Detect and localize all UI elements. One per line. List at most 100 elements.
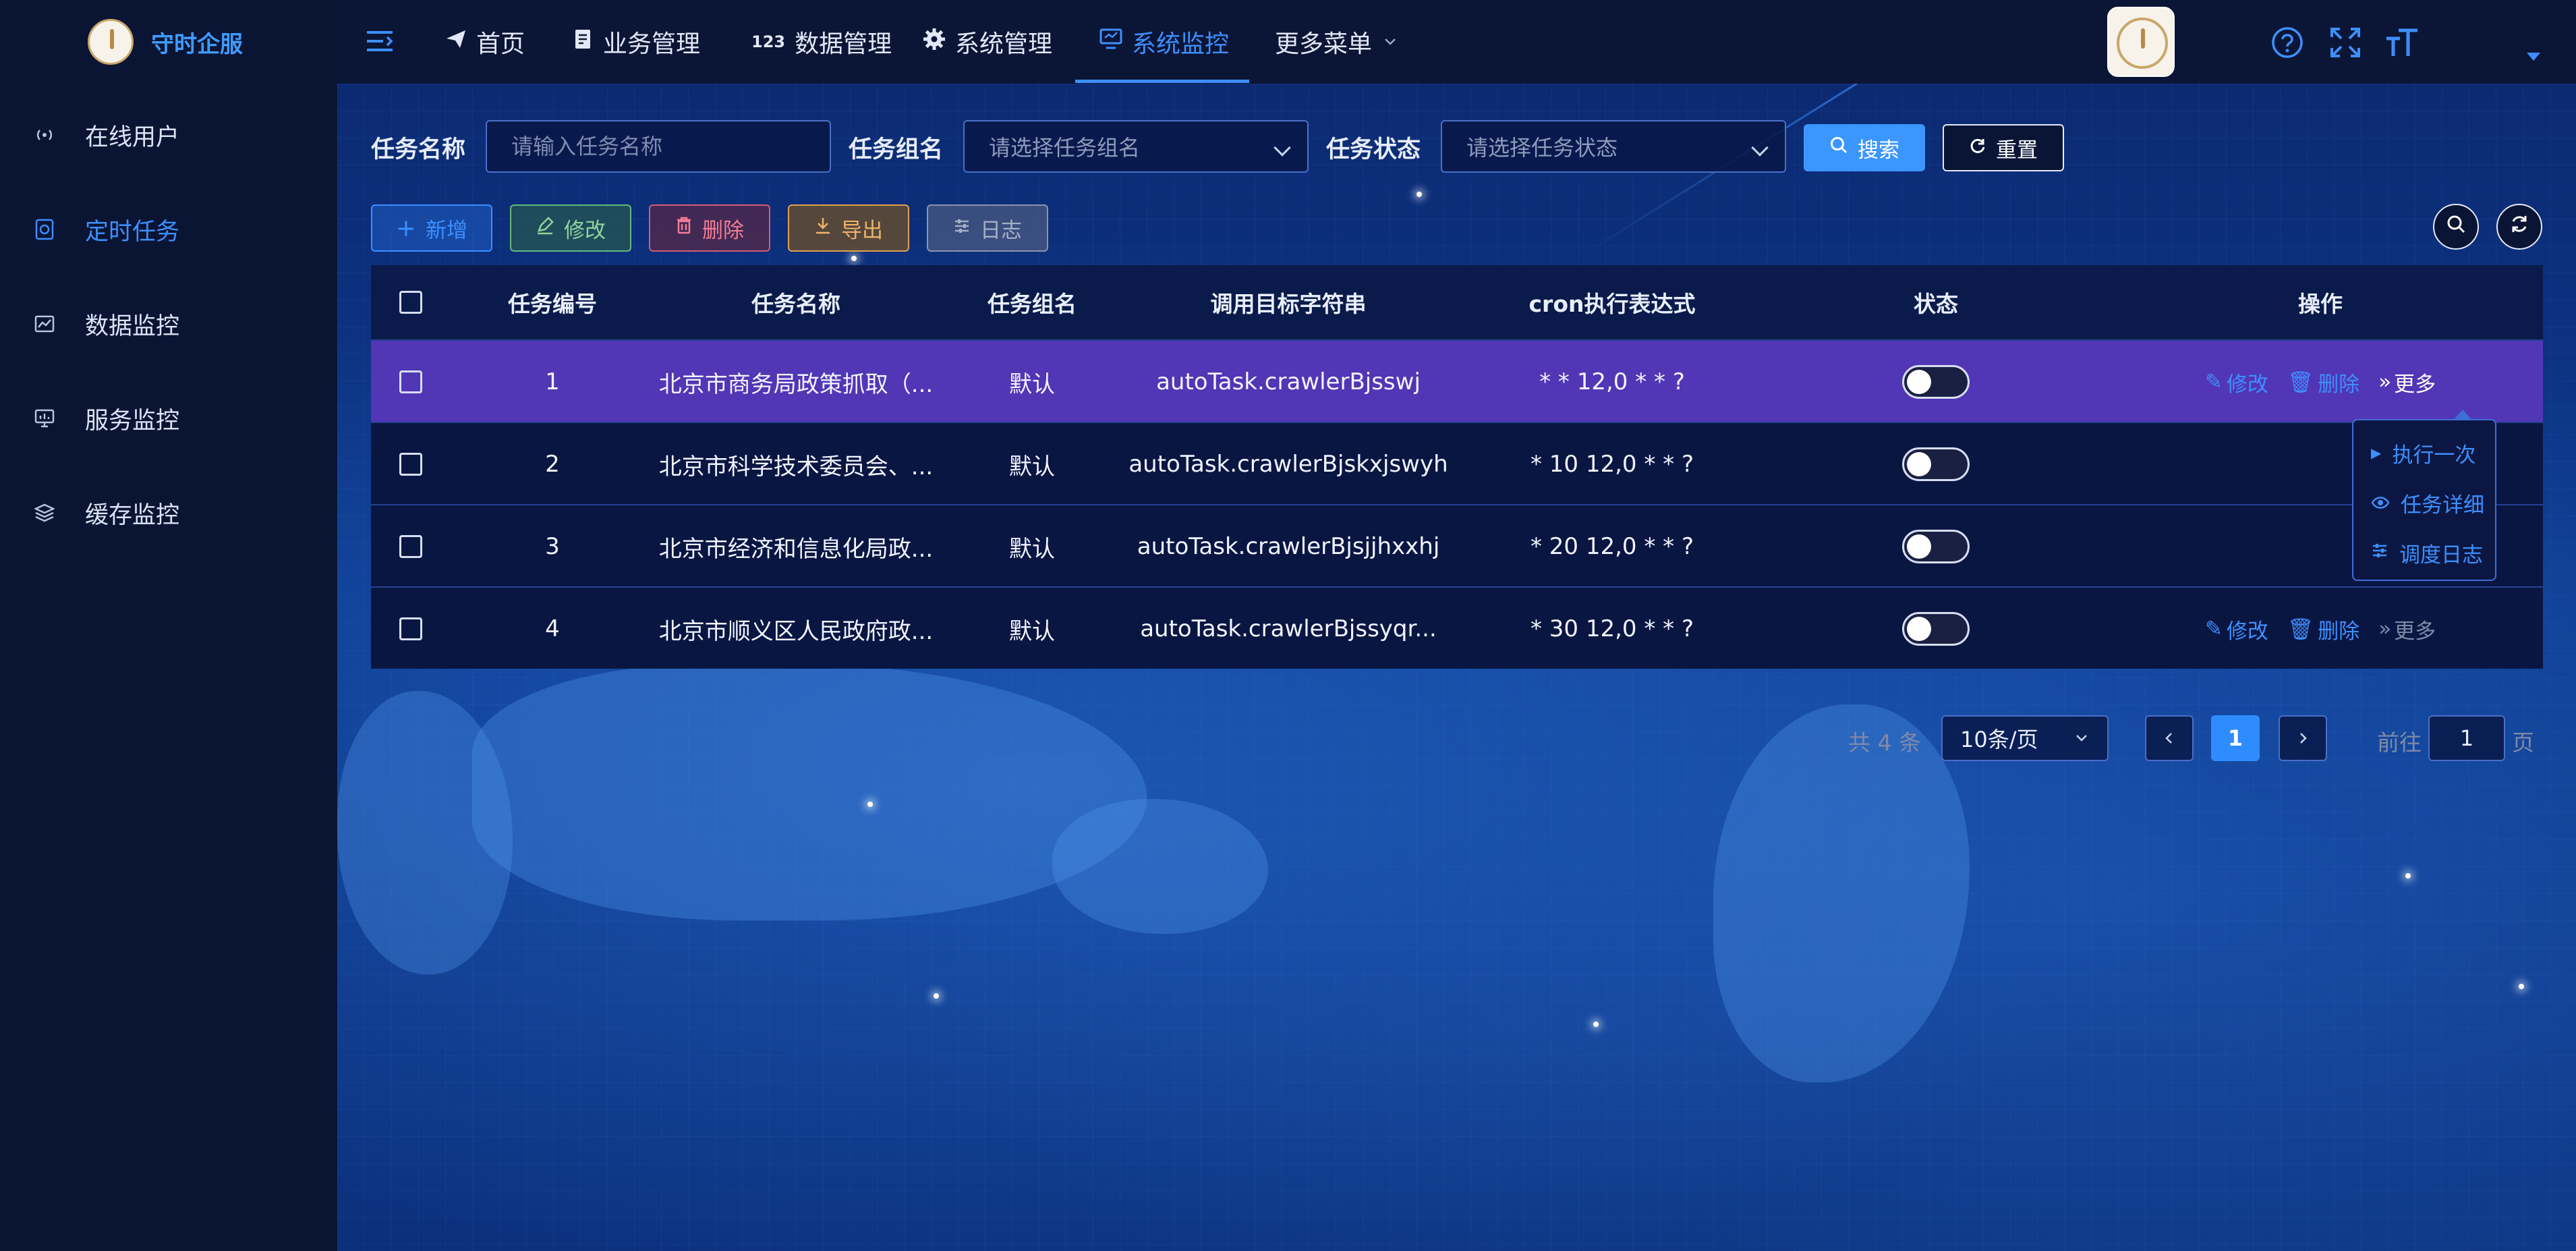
status-switch[interactable] — [1902, 530, 1970, 563]
task-group-placeholder: 请选择任务组名 — [989, 135, 1141, 161]
search-button[interactable]: 搜索 — [1804, 124, 1925, 171]
delete-button[interactable]: 删除 — [649, 204, 770, 252]
cache-monitor-icon — [34, 502, 55, 524]
service-monitor-icon — [34, 408, 55, 429]
row-checkbox[interactable] — [399, 617, 422, 640]
nav-home[interactable]: 首页 — [445, 0, 525, 84]
sidebar-item-cache-monitor[interactable]: 缓存监控 — [0, 479, 337, 547]
sidebar-item-scheduled-tasks[interactable]: 定时任务 — [0, 196, 337, 263]
row-checkbox[interactable] — [399, 370, 422, 393]
row-delete-link[interactable]: 🗑 删除 — [2287, 614, 2359, 644]
status-switch[interactable] — [1902, 447, 1970, 481]
menu-item-run-once[interactable]: ▶ 执行一次 — [2371, 433, 2475, 473]
prev-page-button[interactable] — [2145, 715, 2194, 761]
user-avatar[interactable] — [2107, 7, 2175, 77]
refresh-table-button[interactable] — [2496, 204, 2542, 250]
column-header: 任务组名 — [988, 291, 1077, 317]
log-button[interactable]: 日志 — [927, 204, 1048, 252]
nav-business-management[interactable]: 业务管理 — [573, 0, 700, 84]
star — [1593, 1022, 1599, 1027]
table-header: 任务编号 任务名称 任务组名 调用目标字符串 cron执行表达式 状态 操作 — [371, 265, 2543, 339]
op-more-label: 更多 — [2394, 619, 2436, 644]
avatar-dropdown-caret-icon[interactable] — [2527, 53, 2540, 61]
table-row[interactable]: 4 北京市顺义区人民政府政... 默认 autoTask.crawlerBjss… — [371, 586, 2543, 669]
status-switch[interactable] — [1902, 365, 1970, 399]
nav-system-monitor[interactable]: 系统监控 — [1099, 0, 1229, 84]
font-size-icon[interactable] — [2385, 26, 2419, 59]
status-switch[interactable] — [1902, 612, 1970, 646]
page-size-select[interactable]: 10条/页 — [1941, 715, 2109, 761]
nav-system-management[interactable]: 系统管理 — [923, 0, 1052, 84]
chevron-right-icon — [2295, 725, 2310, 751]
task-name-input[interactable] — [486, 120, 831, 173]
add-button-label: 新增 — [426, 218, 468, 243]
op-more-label: 更多 — [2394, 372, 2436, 397]
row-edit-link[interactable]: ✎修改 — [2205, 367, 2268, 397]
chevron-down-icon — [1273, 139, 1291, 157]
plus-icon: + — [395, 214, 417, 242]
goto-page-input[interactable]: 1 — [2428, 715, 2505, 761]
row-checkbox[interactable] — [399, 535, 422, 558]
page-suffix: 页 — [2512, 729, 2534, 756]
reset-button-label: 重置 — [1996, 138, 2038, 163]
send-icon — [445, 28, 467, 56]
top-navbar: 首页 业务管理 123 数据管理 系统管理 系统监控 更多菜单 — [337, 0, 2576, 84]
menu-collapse-icon[interactable] — [364, 26, 395, 57]
cron-expression: * 30 12,0 * * ? — [1530, 615, 1694, 642]
menu-item-schedule-log[interactable]: 调度日志 — [2371, 532, 2483, 573]
trash-icon: 🗑 — [2287, 617, 2314, 642]
task-group-select[interactable]: 请选择任务组名 — [963, 120, 1309, 173]
nav-more-menu[interactable]: 更多菜单 — [1275, 0, 1399, 84]
double-chevron-right-icon: » — [2378, 370, 2392, 394]
edit-button[interactable]: 修改 — [510, 204, 631, 252]
nav-label: 首页 — [476, 30, 525, 58]
edit-icon — [536, 216, 554, 240]
search-icon — [2446, 214, 2466, 240]
refresh-icon — [2509, 214, 2529, 240]
sidebar-item-online-users[interactable]: 在线用户 — [0, 101, 337, 169]
log-button-label: 日志 — [980, 218, 1022, 243]
page-number-current[interactable]: 1 — [2211, 715, 2260, 761]
export-button[interactable]: 导出 — [788, 204, 909, 252]
app-name: 守时企服 — [151, 30, 243, 58]
menu-item-task-detail[interactable]: 任务详细 — [2371, 482, 2484, 523]
op-delete-label: 删除 — [2318, 619, 2360, 644]
op-edit-label: 修改 — [2226, 372, 2268, 397]
table-row[interactable]: 1 北京市商务局政策抓取（... 默认 autoTask.crawlerBjss… — [371, 339, 2543, 422]
help-icon[interactable] — [2270, 26, 2304, 59]
task-status-label: 任务状态 — [1326, 136, 1421, 163]
column-header: 调用目标字符串 — [1210, 291, 1367, 317]
table-row[interactable]: 2 北京市科学技术委员会、... 默认 autoTask.crawlerBjsk… — [371, 422, 2543, 504]
next-page-button[interactable] — [2279, 715, 2327, 761]
invoke-target: autoTask.crawlerBjssyqr... — [1140, 615, 1437, 642]
edit-icon: ✎ — [2204, 617, 2223, 641]
select-all-checkbox[interactable] — [399, 291, 422, 314]
toggle-search-button[interactable] — [2433, 204, 2479, 250]
sidebar-item-label: 缓存监控 — [85, 501, 180, 529]
task-id: 3 — [545, 533, 560, 560]
row-edit-link[interactable]: ✎修改 — [2205, 614, 2268, 644]
table-row[interactable]: 3 北京市经济和信息化局政... 默认 autoTask.crawlerBjsj… — [371, 504, 2543, 586]
task-group: 默认 — [1009, 535, 1055, 563]
invoke-target: autoTask.crawlerBjsjjhxxhj — [1137, 533, 1440, 560]
row-delete-link[interactable]: 🗑 删除 — [2287, 367, 2359, 397]
menu-item-label: 任务详细 — [2401, 493, 2484, 518]
row-more-link[interactable]: » 更多 — [2378, 614, 2436, 644]
task-status-select[interactable]: 请选择任务状态 — [1441, 120, 1786, 173]
sliders-icon — [953, 216, 971, 240]
nav-data-management[interactable]: 123 数据管理 — [751, 0, 892, 84]
row-more-link[interactable]: » 更多 — [2378, 367, 2436, 397]
chevron-down-icon — [2073, 725, 2090, 751]
more-actions-dropdown: ▶ 执行一次 任务详细 调度日志 — [2352, 410, 2496, 581]
app-logo[interactable]: 守时企服 — [88, 13, 243, 70]
add-button[interactable]: + 新增 — [371, 204, 492, 252]
fullscreen-icon[interactable] — [2328, 26, 2362, 59]
sidebar-item-label: 数据监控 — [85, 312, 180, 340]
row-checkbox[interactable] — [399, 453, 422, 476]
chevron-down-icon — [1381, 28, 1399, 56]
invoke-target: autoTask.crawlerBjskxjswyh — [1128, 451, 1448, 478]
sidebar-item-data-monitor[interactable]: 数据监控 — [0, 290, 337, 358]
chevron-left-icon — [2162, 725, 2177, 751]
reset-button[interactable]: 重置 — [1943, 124, 2064, 171]
sidebar-item-service-monitor[interactable]: 服务监控 — [0, 385, 337, 452]
